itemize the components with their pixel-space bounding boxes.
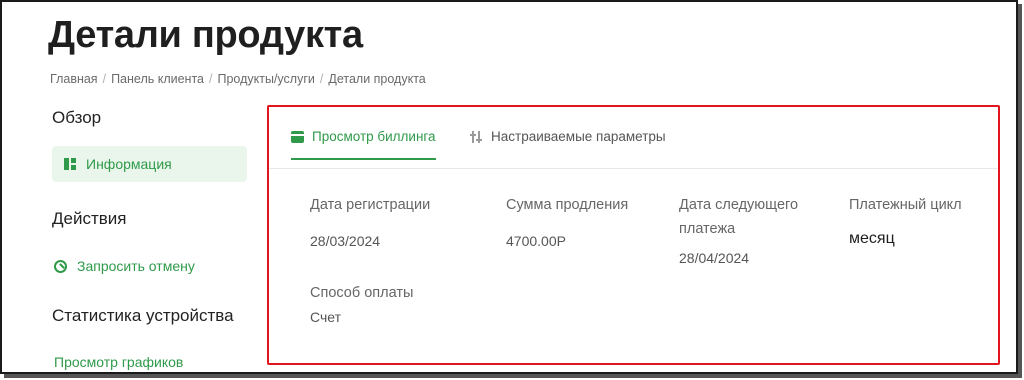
billing-cycle-label: Платежный цикл — [849, 197, 962, 213]
sidebar-overview-heading: Обзор — [52, 108, 102, 127]
dashboard-icon — [64, 158, 76, 170]
tab-custom-settings-label: Настраиваемые параметры — [491, 129, 666, 144]
tab-custom-settings[interactable]: Настраиваемые параметры — [469, 129, 666, 144]
billing-panel: Просмотр биллинга Настраиваемые параметр… — [267, 105, 1000, 365]
cancel-request-label: Запросить отмену — [77, 258, 195, 274]
breadcrumb-products[interactable]: Продукты/услуги — [217, 72, 314, 86]
tab-bar: Просмотр биллинга Настраиваемые параметр… — [269, 107, 998, 169]
cancel-request-link[interactable]: Запросить отмену — [54, 258, 195, 274]
sidebar-stats-heading: Статистика устройства — [52, 306, 234, 325]
billing-cycle-value: месяц — [849, 230, 895, 247]
wallet-icon — [291, 130, 304, 143]
tab-billing[interactable]: Просмотр биллинга — [291, 129, 436, 160]
breadcrumb-client-panel[interactable]: Панель клиента — [111, 72, 204, 86]
next-payment-label-line2: платежа — [679, 221, 736, 237]
renewal-amount-label: Сумма продления — [506, 197, 629, 213]
breadcrumb-current: Детали продукта — [328, 72, 426, 86]
page-title: Детали продукта — [48, 14, 363, 56]
window-frame: Детали продукта Главная / Панель клиента / П… — [0, 0, 1018, 374]
view-charts-link[interactable]: Просмотр графиков — [54, 354, 183, 370]
registration-date-value: 28/03/2024 — [310, 233, 381, 249]
next-payment-value: 28/04/2024 — [679, 250, 750, 266]
sliders-icon — [469, 130, 483, 144]
breadcrumb-home[interactable]: Главная — [50, 72, 98, 86]
ban-icon — [54, 259, 67, 273]
registration-date-label: Дата регистрации — [310, 197, 431, 213]
next-payment-label-line1: Дата следующего — [679, 197, 799, 213]
sidebar-item-info[interactable]: Информация — [52, 146, 247, 182]
tab-billing-label: Просмотр биллинга — [312, 129, 436, 144]
payment-method-value: Счет — [310, 309, 341, 325]
breadcrumb: Главная / Панель клиента / Продукты/услуги / Д… — [50, 72, 426, 86]
payment-method-label: Способ оплаты — [310, 285, 414, 301]
sidebar-actions-heading: Действия — [52, 209, 127, 228]
sidebar-item-info-label: Информация — [86, 156, 172, 172]
renewal-amount-value: 4700.00Р — [506, 233, 566, 249]
